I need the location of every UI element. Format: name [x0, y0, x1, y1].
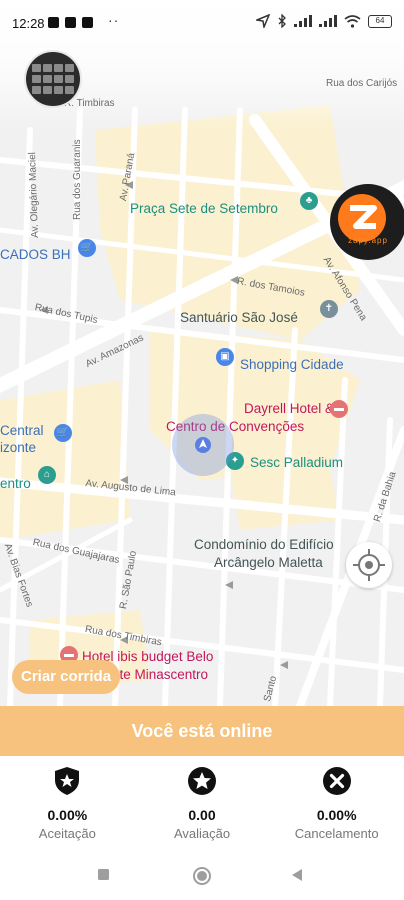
poi-condominio-line1[interactable]: Condomínio do Edifício — [194, 537, 334, 552]
poi-praca-sete[interactable]: Praça Sete de Setembro — [130, 201, 278, 216]
stat-value: 0.00% — [47, 807, 88, 823]
keyboard-photo-icon — [26, 52, 80, 106]
status-bar: 12:28 ·· 64 — [0, 0, 404, 44]
stat-label: Avaliação — [173, 826, 231, 841]
shield-star-icon — [55, 767, 80, 795]
online-status-banner[interactable]: Você está online — [0, 706, 404, 756]
poi-sesc-palladium[interactable]: Sesc Palladium — [250, 455, 343, 470]
stat-rating: 0.00 Avaliação — [135, 756, 270, 850]
bluetooth-icon — [278, 14, 286, 28]
poi-ibis-line2[interactable]: nte Minascentro — [112, 667, 208, 682]
more-notifications-indicator: ·· — [108, 12, 120, 28]
user-avatar[interactable] — [24, 50, 82, 108]
poi-central-line2[interactable]: izonte — [0, 440, 36, 455]
notification-icon — [65, 17, 76, 28]
landmark-icon[interactable]: ⌂ — [38, 466, 56, 484]
notification-icons — [48, 17, 93, 28]
stat-value: 0.00 — [188, 807, 216, 823]
church-icon[interactable]: ✝ — [320, 300, 338, 318]
stat-acceptance: 0.00% Aceitação — [0, 756, 135, 850]
shopping-bag-icon[interactable]: ▣ — [216, 348, 234, 366]
notification-icon — [82, 17, 93, 28]
navigation-arrow-icon — [195, 437, 211, 453]
street-label: Rua dos Guaranis — [72, 139, 83, 220]
back-icon[interactable] — [290, 868, 304, 882]
map-view[interactable]: Rua dos Carijós R. Timbiras Rua dos Guar… — [0, 0, 404, 706]
hotel-icon[interactable]: ▬ — [330, 400, 348, 418]
poi-shopping-cidade[interactable]: Shopping Cidade — [240, 357, 344, 372]
stat-label: Aceitação — [38, 826, 96, 841]
poi-condominio-line2[interactable]: Arcângelo Maletta — [214, 555, 323, 570]
driver-stats: 0.00% Aceitação 0.00 Avaliação 0.00% Can… — [0, 756, 404, 850]
close-circle-icon — [322, 767, 351, 795]
poi-dayrell-line1[interactable]: Dayrell Hotel & — [244, 401, 334, 416]
current-location-marker — [172, 414, 234, 476]
home-icon[interactable] — [192, 866, 212, 886]
crosshair-icon — [353, 549, 385, 581]
system-icons: 64 — [256, 14, 392, 28]
park-icon[interactable]: ♣ — [300, 192, 318, 210]
wifi-icon — [344, 14, 361, 28]
stat-value: 0.00% — [316, 807, 357, 823]
cart-icon[interactable]: 🛒 — [78, 239, 96, 257]
zapy-logo-text: zapy.app — [348, 236, 388, 245]
battery-icon: 64 — [368, 14, 392, 28]
street-label: Rua dos Carijós — [326, 78, 398, 89]
zapy-z-icon — [338, 194, 386, 242]
star-circle-icon — [188, 767, 216, 795]
signal-icon — [319, 15, 337, 27]
signal-icon — [294, 15, 312, 27]
my-location-button[interactable] — [346, 542, 392, 588]
poi-centro[interactable]: entro — [0, 476, 31, 491]
notification-icon — [48, 17, 59, 28]
system-navigation-bar — [0, 850, 404, 900]
status-time: 12:28 — [12, 16, 45, 31]
stat-label: Cancelamento — [294, 826, 379, 841]
cart-icon[interactable]: 🛒 — [54, 424, 72, 442]
location-arrow-icon — [256, 14, 270, 28]
stat-cancellation: 0.00% Cancelamento — [269, 756, 404, 850]
recent-apps-icon[interactable] — [97, 868, 111, 882]
poi-santuario[interactable]: Santuário São José — [180, 310, 298, 325]
poi-mercados-bh[interactable]: CADOS BH — [0, 247, 71, 262]
poi-central-line1[interactable]: Central — [0, 423, 44, 438]
zapy-logo: zapy.app — [330, 184, 404, 260]
create-ride-button[interactable]: Criar corrida — [12, 660, 121, 694]
